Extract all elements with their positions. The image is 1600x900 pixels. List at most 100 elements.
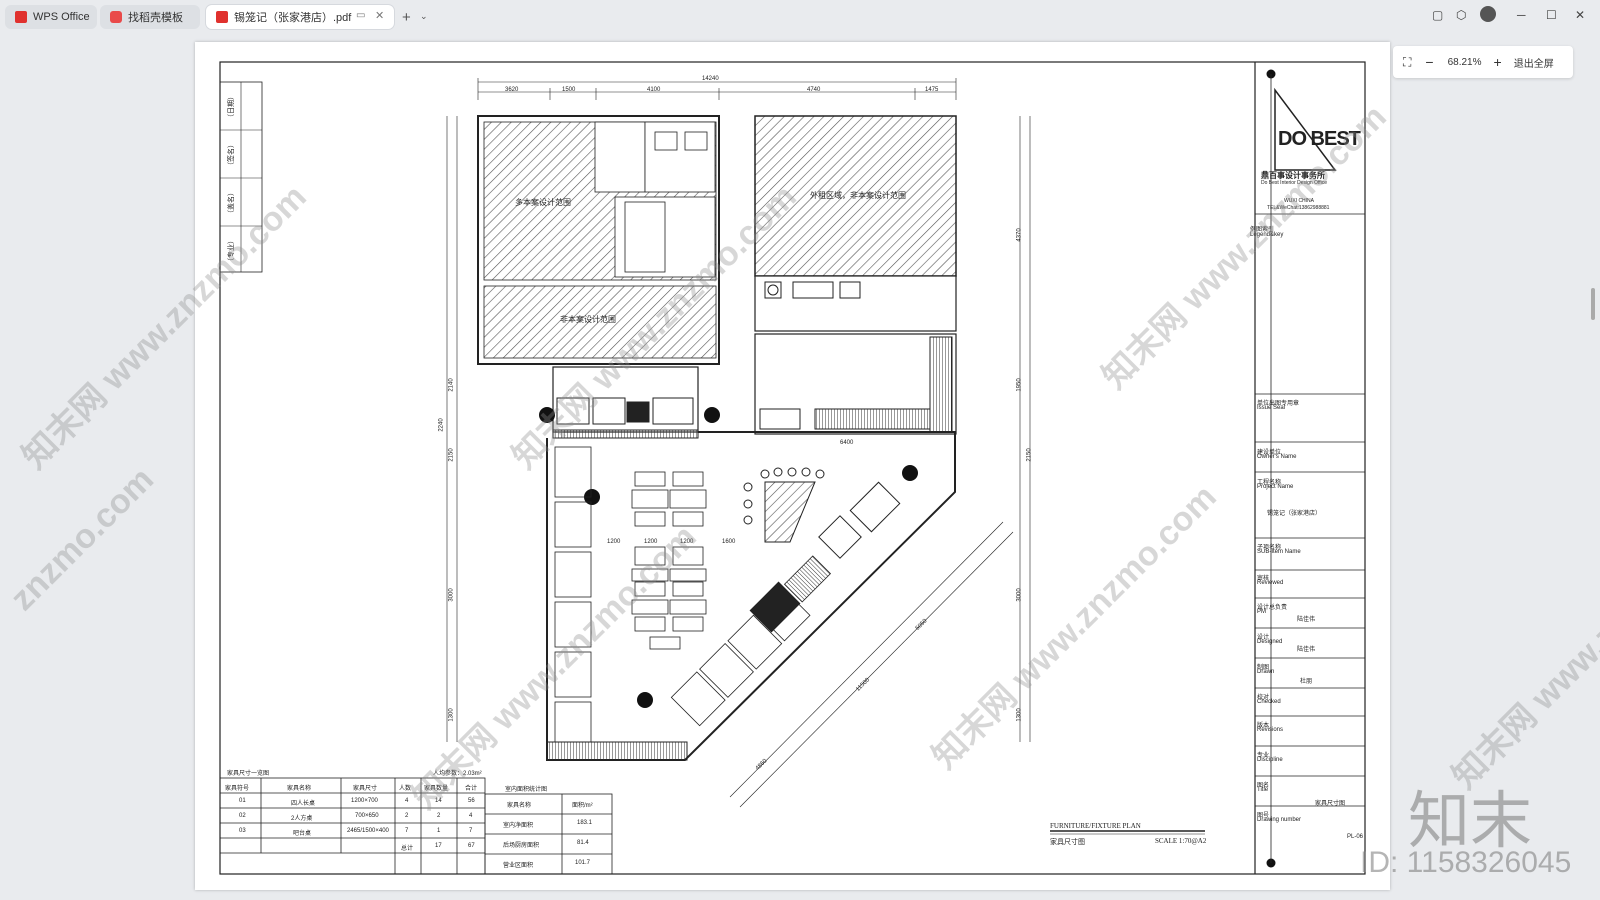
tb-value: 家具尺寸图 — [1315, 801, 1346, 807]
tb-label: Issue Seal — [1257, 405, 1286, 411]
dim-misc: 1200 — [644, 539, 658, 545]
cube-icon[interactable]: ⬡ — [1456, 8, 1466, 22]
zone-label: 外租区域，非本案设计范围 — [810, 191, 906, 200]
dim-left: 2140 — [448, 378, 455, 392]
furniture-table-title: 家具尺寸一览图 — [227, 771, 270, 777]
td-total: 17 — [435, 843, 442, 849]
td: 7 — [469, 828, 473, 834]
dim-top: 3620 — [505, 87, 519, 93]
firm-contact: TEL&WeChat:13862988881 — [1267, 205, 1330, 211]
td: 700×650 — [355, 813, 379, 819]
dim-top-total: 14240 — [702, 76, 719, 82]
dim-left: 2150 — [448, 448, 455, 462]
tb-value: PL-06 — [1347, 834, 1364, 840]
td: 1 — [437, 828, 441, 834]
tb-label: Discipline — [1257, 757, 1283, 763]
zoom-in-icon[interactable]: + — [1494, 54, 1502, 70]
zoom-out-icon[interactable]: − — [1425, 54, 1433, 70]
th: 家具尺寸 — [353, 786, 378, 792]
zoom-level[interactable]: 68.21% — [1448, 57, 1482, 68]
td: 后场厨房面积 — [503, 843, 540, 849]
dim-right: 1950 — [1016, 378, 1023, 392]
td: 四人长桌 — [291, 801, 316, 807]
td: 吧台桌 — [293, 831, 312, 837]
tb-label: Reviewed — [1257, 580, 1284, 586]
tb-value: 杜朋 — [1300, 679, 1313, 685]
tab-pdf-document[interactable]: 锡笼记（张家港店）.pdf ▭ ✕ — [206, 5, 394, 29]
plan-scale: SCALE 1:70@A2 — [1155, 837, 1207, 845]
td-total: 总计 — [401, 846, 414, 852]
dim-left: 3000 — [448, 588, 455, 602]
dim-top: 4100 — [647, 87, 661, 93]
tab-label: 锡笼记（张家港店）.pdf — [234, 12, 352, 24]
tb-label: Checked — [1257, 699, 1281, 705]
td: 81.4 — [577, 840, 589, 846]
vertical-scrollbar[interactable] — [1591, 288, 1595, 320]
tb-label: Drawing number — [1257, 817, 1302, 823]
dim-left: 2240 — [438, 418, 445, 432]
td: 1200×700 — [351, 798, 378, 804]
area-table-title: 室内面积统计图 — [505, 787, 548, 793]
minimize-icon[interactable]: ─ — [1517, 8, 1526, 22]
seal-label: （专业） — [228, 237, 235, 265]
td: 2465/1500×400 — [347, 828, 389, 834]
td: 营业区面积 — [503, 863, 534, 869]
template-icon — [110, 11, 122, 23]
tb-label: Title — [1257, 787, 1269, 793]
th: 人数 — [399, 786, 412, 792]
fit-page-icon[interactable]: ⛶ — [1403, 55, 1411, 70]
dim-misc: 4860 — [754, 758, 769, 772]
td: 183.1 — [577, 820, 593, 826]
firm-name-en: Do Best Interior Design Office — [1261, 180, 1328, 186]
pdf-icon — [216, 11, 228, 23]
avatar[interactable] — [1480, 6, 1496, 22]
plan-title: FURNITURE/FIXTURE PLAN — [1050, 822, 1141, 830]
dim-misc: 1600 — [722, 539, 736, 545]
th: 家具名称 — [507, 803, 532, 809]
window-layout-icon[interactable]: ▢ — [1432, 8, 1443, 22]
avg-param: 人均参数：2.03m² — [433, 771, 482, 777]
dim-right: 1300 — [1016, 708, 1023, 722]
tb-label: Designed — [1257, 639, 1283, 645]
seal-label: （盖名） — [228, 189, 235, 217]
seal-label: （签名） — [228, 141, 235, 169]
dim-left: 1300 — [448, 708, 455, 722]
td: 2人方桌 — [291, 816, 313, 822]
td: 2 — [405, 813, 409, 819]
plan-subtitle: 家具尺寸图 — [1050, 839, 1085, 846]
td: 101.7 — [575, 860, 591, 866]
dim-top: 4740 — [807, 87, 821, 93]
tb-label: SUB-Item Name — [1257, 549, 1301, 555]
td: 03 — [239, 828, 246, 834]
tb-label: Project Name — [1257, 484, 1294, 490]
dim-right: 3000 — [1016, 588, 1023, 602]
new-tab-plus-icon[interactable]: + — [402, 9, 411, 26]
td: 4 — [469, 813, 473, 819]
dim-top: 1500 — [562, 87, 576, 93]
seal-label: （日期） — [228, 93, 235, 121]
tab-bar: WPS Office 找稻壳模板 锡笼记（张家港店）.pdf ▭ ✕ + ⌄ ▢… — [0, 0, 1600, 36]
td: 56 — [468, 798, 475, 804]
td: 14 — [435, 798, 442, 804]
td: 02 — [239, 813, 246, 819]
cloud-sync-icon[interactable]: ▭ — [356, 10, 365, 21]
td: 7 — [405, 828, 409, 834]
td-total: 67 — [468, 843, 475, 849]
tb-value: 陆佳伟 — [1297, 647, 1316, 653]
chevron-down-icon[interactable]: ⌄ — [420, 11, 428, 22]
zone-label: 非本案设计范围 — [560, 315, 616, 324]
dim-misc: 6400 — [840, 440, 854, 446]
dim-right: 4370 — [1016, 228, 1023, 242]
close-window-icon[interactable]: ✕ — [1575, 8, 1585, 22]
dim-misc: 5050 — [914, 618, 929, 632]
tab-wps-office[interactable]: WPS Office — [5, 5, 97, 29]
tab-template[interactable]: 找稻壳模板 — [100, 5, 200, 29]
dim-misc: 1200 — [607, 539, 621, 545]
th: 合计 — [465, 786, 478, 792]
maximize-icon[interactable]: ☐ — [1546, 8, 1557, 22]
exit-fullscreen-button[interactable]: 退出全屏 — [1514, 55, 1554, 70]
th: 家具数量 — [424, 786, 449, 792]
close-tab-icon[interactable]: ✕ — [375, 9, 384, 22]
tb-value: 陆佳伟 — [1297, 617, 1316, 623]
dim-top: 1475 — [925, 87, 939, 93]
